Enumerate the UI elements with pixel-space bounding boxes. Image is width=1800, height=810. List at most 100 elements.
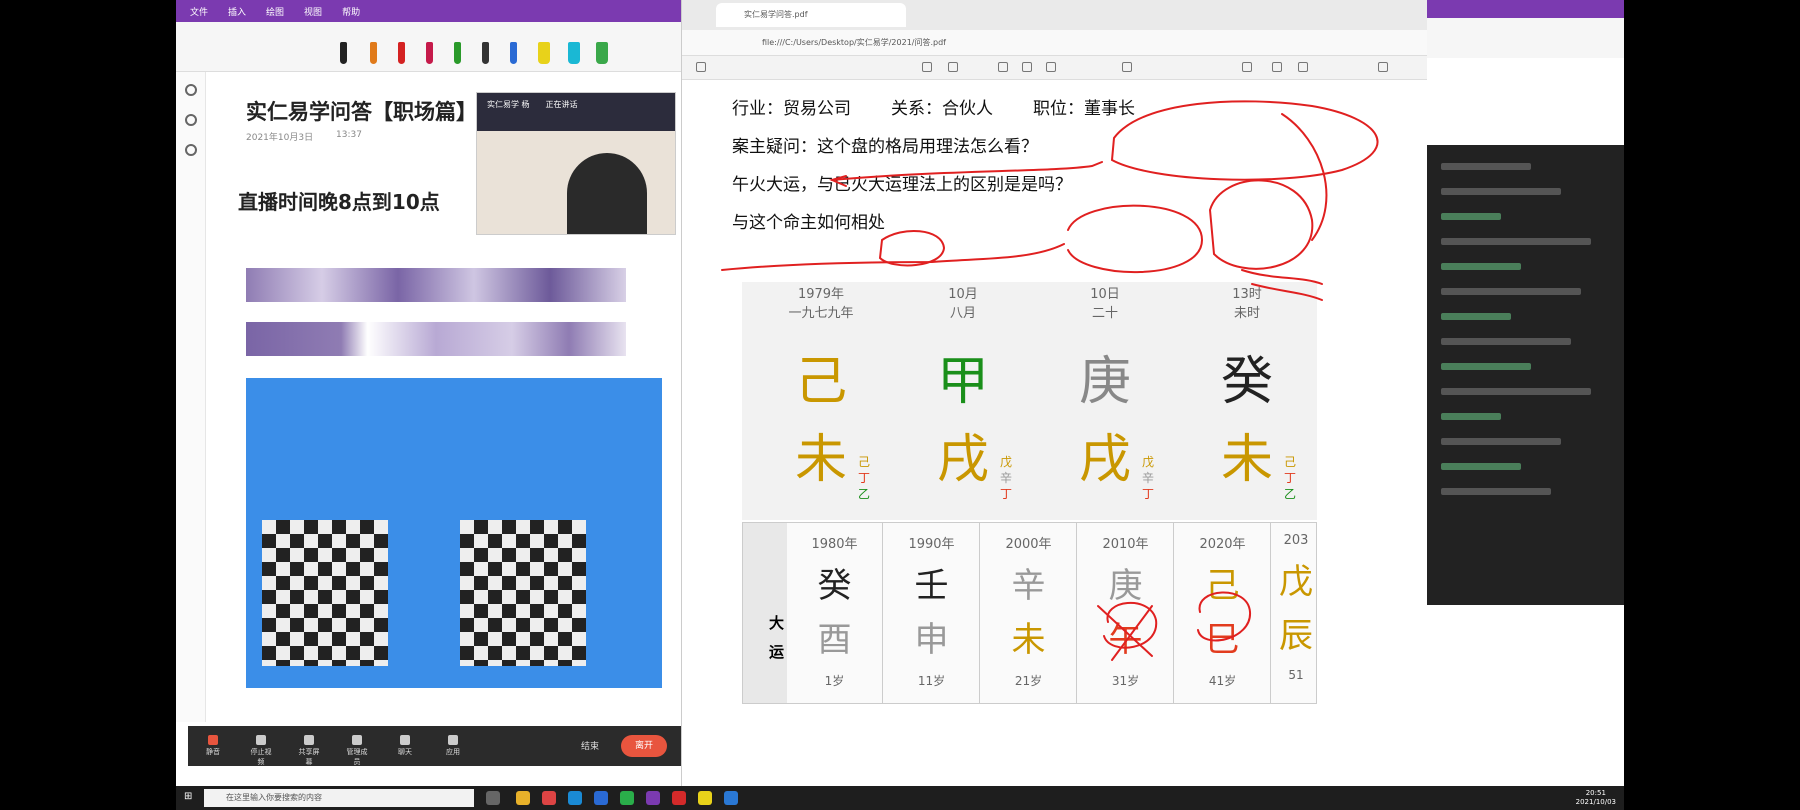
da-yun-stem: 壬: [914, 566, 949, 606]
pen-tool-green[interactable]: [454, 42, 461, 64]
highlighter-yellow[interactable]: [538, 42, 550, 64]
da-yun-branch: 辰: [1279, 616, 1313, 656]
annotation-arrow-2: [721, 243, 1065, 271]
speaker-status: 正在讲话: [545, 100, 578, 109]
highlighter-green[interactable]: [596, 42, 608, 64]
da-yun-stem: 己: [1205, 566, 1240, 606]
meeting-app-icon[interactable]: [594, 791, 608, 805]
notebooks-icon[interactable]: [184, 84, 197, 96]
pillar-date-cn: 二十: [1091, 306, 1118, 321]
taskbar-search-input[interactable]: 在这里输入你要搜索的内容: [204, 789, 474, 807]
pdf-app-icon[interactable]: [672, 791, 686, 805]
hidden-stem: 丁: [1142, 487, 1155, 501]
da-yun-age: 1岁: [824, 674, 845, 688]
onenote-icon[interactable]: [646, 791, 660, 805]
da-yun-stem: 癸: [817, 566, 852, 606]
da-yun-stem: 戊: [1279, 562, 1313, 602]
erase-icon[interactable]: [1242, 62, 1252, 72]
menu-item-file[interactable]: 文件: [190, 5, 208, 18]
chat-line: [1441, 313, 1511, 320]
pin-icon[interactable]: [1378, 62, 1388, 72]
case-info-row: 行业：贸易公司 关系：合伙人 职位：董事长: [732, 90, 1352, 128]
pen-tool-orange[interactable]: [370, 42, 377, 64]
da-yun-year: 1990年: [908, 537, 955, 552]
apps-button[interactable]: 应用: [440, 735, 466, 757]
heavenly-stem: 甲: [936, 352, 989, 412]
hidden-stem: 辛: [1000, 471, 1013, 485]
file-explorer-icon[interactable]: [516, 791, 530, 805]
end-meeting-button[interactable]: 结束: [581, 739, 599, 752]
pen-tool-red2[interactable]: [426, 42, 433, 64]
menu-item-draw[interactable]: 绘图: [266, 5, 284, 18]
browser-tab[interactable]: 实仁易学问答.pdf: [716, 3, 906, 27]
taskbar-clock[interactable]: 20:51 2021/10/03: [1576, 789, 1616, 807]
pdf-page-text: 行业：贸易公司 关系：合伙人 职位：董事长 案主疑问：这个盘的格局用理法怎么看？…: [732, 90, 1352, 242]
qr-code-1: [262, 520, 388, 666]
share-screen-button[interactable]: 共享屏幕: [296, 735, 322, 766]
da-yun-column: 2020年己巳 41岁: [1175, 523, 1271, 703]
zoom-in-icon[interactable]: [998, 62, 1008, 72]
search-icon[interactable]: [184, 114, 197, 126]
menu-item-insert[interactable]: 插入: [228, 5, 246, 18]
history-icon[interactable]: [184, 144, 197, 156]
pen-tool-blue[interactable]: [510, 42, 517, 64]
hidden-stem: 辛: [1142, 471, 1155, 485]
menu-item-help[interactable]: 帮助: [342, 5, 360, 18]
save-icon[interactable]: [1272, 62, 1282, 72]
chat-line: [1441, 388, 1591, 395]
pen-tool-black[interactable]: [340, 42, 347, 64]
draw-icon[interactable]: [922, 62, 932, 72]
chat-line: [1441, 363, 1531, 370]
members-button[interactable]: 管理成员: [344, 735, 370, 766]
pillar-date: 10日: [1090, 287, 1120, 302]
hidden-stem: 乙: [858, 487, 871, 501]
video-info-bar: 实仁易学 杨 正在讲话: [477, 93, 675, 131]
highlight-icon[interactable]: [1122, 62, 1132, 72]
blurred-text-1: [246, 268, 626, 302]
rotate-icon[interactable]: [1046, 62, 1056, 72]
leave-button[interactable]: 离开: [621, 735, 667, 757]
chat-line: [1441, 213, 1501, 220]
side-panel-ribbon: [1427, 18, 1624, 58]
heavenly-stem: 己: [794, 352, 847, 412]
pen-tool-dark[interactable]: [482, 42, 489, 64]
zoom-out-icon[interactable]: [948, 62, 958, 72]
sticky-notes-icon[interactable]: [698, 791, 712, 805]
prev-page-icon[interactable]: [696, 62, 706, 72]
onenote-menu-bar: 文件 插入 绘图 视图 帮助: [176, 0, 681, 22]
task-view-icon[interactable]: [486, 791, 500, 805]
start-icon[interactable]: ⊞: [184, 791, 198, 805]
pen-tool-red[interactable]: [398, 42, 405, 64]
clock-time: 20:51: [1585, 789, 1606, 797]
windows-taskbar: ⊞ 在这里输入你要搜索的内容 20:51 2021/10/03: [176, 786, 1624, 810]
video-thumbnail[interactable]: 实仁易学 杨 正在讲话: [476, 92, 676, 235]
da-yun-year: 203: [1283, 533, 1309, 548]
chat-button[interactable]: 聊天: [392, 735, 418, 757]
chrome-icon[interactable]: [542, 791, 556, 805]
da-yun-label: 大运: [743, 523, 787, 703]
da-yun-age: 21岁: [1014, 674, 1043, 688]
clock-date: 2021/10/03: [1575, 798, 1616, 806]
stop-video-button[interactable]: 停止视频: [248, 735, 274, 766]
screen: 文件 插入 绘图 视图 帮助 实仁易学问答【职场篇】 2021年10月3日 13…: [176, 0, 1624, 810]
da-yun-column: 203 戊辰 51: [1272, 523, 1320, 703]
edge-icon[interactable]: [568, 791, 582, 805]
page-date: 2021年10月3日: [246, 133, 314, 143]
address-bar[interactable]: file:///C:/Users/Desktop/实仁易学/2021/问答.pd…: [682, 30, 1427, 56]
da-yun-branch: 酉: [817, 620, 852, 660]
mail-icon[interactable]: [724, 791, 738, 805]
pillar-date: 1979年: [797, 287, 845, 302]
wechat-icon[interactable]: [620, 791, 634, 805]
highlighter-cyan[interactable]: [568, 42, 580, 64]
hidden-stem: 己: [1284, 455, 1297, 469]
chat-line: [1441, 288, 1581, 295]
mute-button[interactable]: 静音: [200, 735, 226, 757]
print-icon[interactable]: [1298, 62, 1308, 72]
fit-page-icon[interactable]: [1022, 62, 1032, 72]
speaker-name: 实仁易学 杨: [487, 100, 530, 109]
menu-item-view[interactable]: 视图: [304, 5, 322, 18]
onenote-sidebar: [176, 72, 206, 722]
page-time: 13:37: [336, 130, 362, 140]
heavenly-stem: 癸: [1220, 352, 1273, 412]
pdf-viewer-window: 实仁易学问答.pdf file:///C:/Users/Desktop/实仁易学…: [681, 0, 1427, 786]
